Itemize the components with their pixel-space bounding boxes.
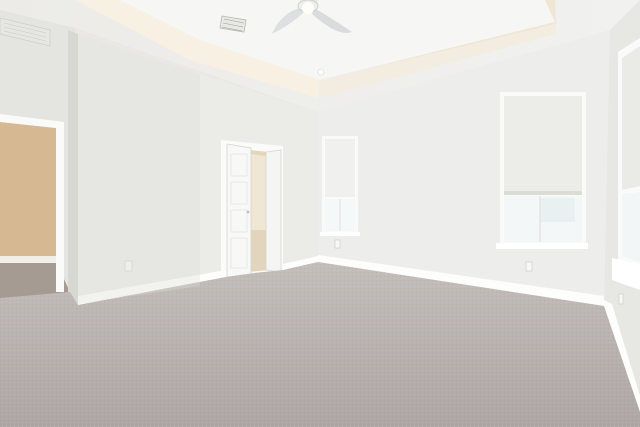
recessed-light — [317, 68, 325, 76]
window-back-shade — [325, 139, 355, 197]
window-right-shade — [504, 96, 582, 194]
room-illustration — [0, 0, 640, 427]
window-right-sill — [496, 243, 588, 249]
outlet-side — [618, 293, 624, 305]
outlet-center — [334, 239, 341, 249]
bath-door-right — [265, 149, 282, 273]
window-side-glass — [622, 192, 640, 262]
window-back-sill — [320, 232, 360, 236]
window-side-shade — [622, 46, 640, 190]
bath-interior-light — [251, 154, 266, 230]
wall-left-return — [68, 30, 78, 304]
door-knob — [246, 210, 250, 214]
hallway-baseboard — [0, 256, 56, 263]
room-scene — [0, 0, 640, 427]
window-right-shade-bar — [504, 191, 582, 195]
hallway-wall — [0, 122, 56, 262]
outlet-right — [525, 261, 533, 272]
